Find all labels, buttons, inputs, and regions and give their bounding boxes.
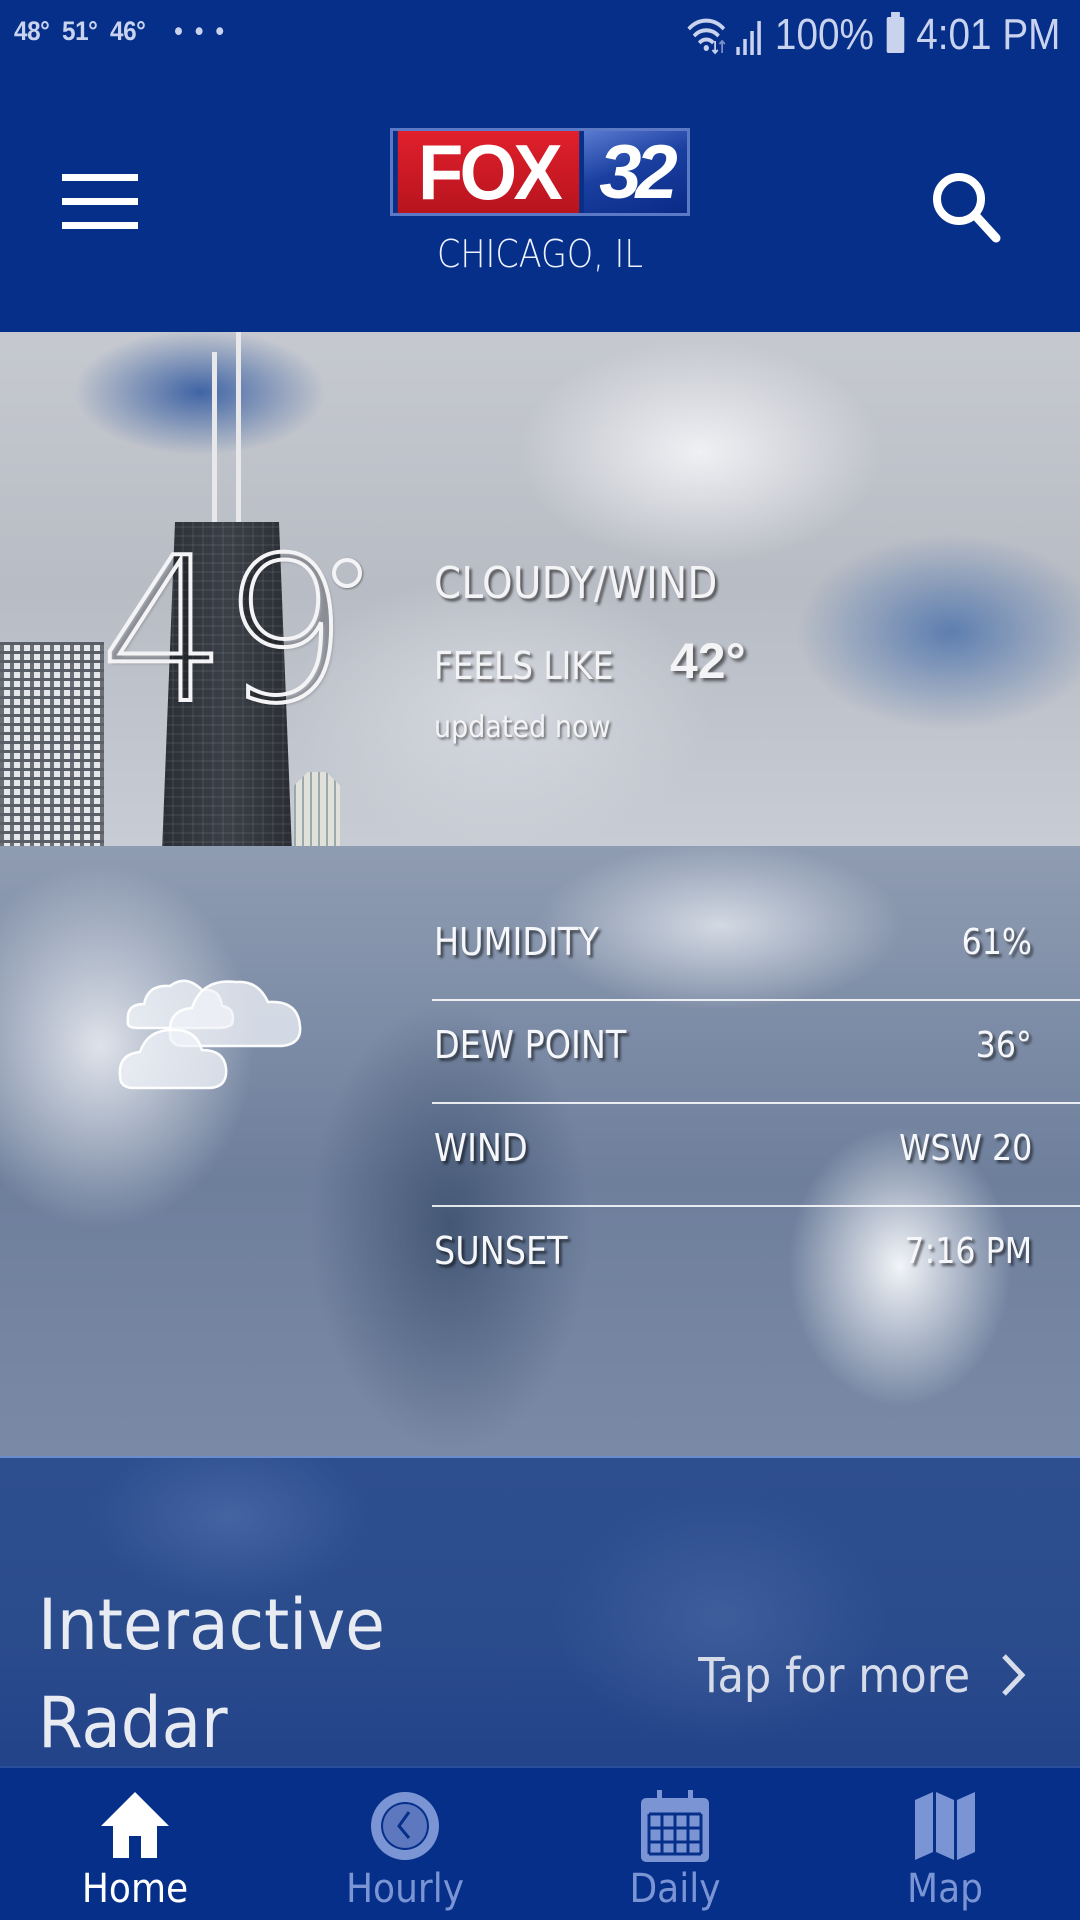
skyline-building-image (294, 772, 340, 846)
fox32-logo: FOX 32 (390, 128, 690, 216)
detail-label: SUNSET (434, 1229, 568, 1273)
conditions-details: HUMIDITY 61% DEW POINT 36° WIND WSW 20 S… (0, 846, 1080, 1456)
battery-percent: 100% (774, 10, 874, 59)
nav-tab-home[interactable]: Home (0, 1768, 270, 1920)
skyline-antenna-image (212, 352, 217, 527)
nav-label: Daily (629, 1866, 721, 1912)
detail-label: DEW POINT (434, 1023, 627, 1067)
status-notifications: 48° 51° 46° • • • (14, 16, 227, 47)
radar-title-line1: Interactive (38, 1584, 385, 1666)
location-label[interactable]: CHICAGO, IL (65, 232, 1015, 276)
radar-title-line2: Radar (38, 1682, 228, 1764)
logo-brand: FOX (397, 128, 580, 216)
nav-tab-daily[interactable]: Daily (540, 1768, 810, 1920)
detail-value: 7:16 PM (904, 1231, 1032, 1272)
skyline-antenna-image (236, 332, 241, 527)
notification-temp-2: 51° (62, 16, 98, 46)
degree-symbol (332, 558, 362, 588)
search-icon[interactable] (926, 166, 1006, 246)
status-bar: 48° 51° 46° • • • 100% 4:01 PM (0, 0, 1080, 70)
notification-temp-1: 48° (14, 16, 50, 46)
hamburger-menu-icon[interactable] (62, 174, 138, 229)
skyline-building-image (0, 642, 104, 846)
detail-row-sunset: SUNSET 7:16 PM (432, 1207, 1080, 1310)
interactive-radar-card[interactable]: Interactive Radar Tap for more (0, 1456, 1080, 1766)
chevron-right-icon[interactable] (994, 1650, 1034, 1700)
detail-value: WSW 20 (898, 1128, 1032, 1169)
logo-channel: 32 (584, 130, 687, 215)
updated-timestamp: updated now (434, 710, 611, 745)
more-notifications-icon: • • • (174, 16, 227, 46)
signal-icon (735, 21, 761, 55)
current-conditions: 49 CLOUDY/WIND FEELS LIKE 42° updated no… (0, 332, 1080, 846)
tap-for-more-link[interactable]: Tap for more (698, 1648, 970, 1704)
menu-bar (62, 198, 138, 205)
app-header: FOX 32 CHICAGO, IL (0, 70, 1080, 332)
map-icon (915, 1792, 975, 1860)
calendar-icon (641, 1790, 709, 1862)
condition-text: CLOUDY/WIND (434, 558, 718, 609)
detail-value: 36° (975, 1025, 1032, 1066)
current-temperature: 49 (98, 515, 350, 748)
wifi-icon (687, 18, 725, 55)
detail-label: WIND (434, 1126, 528, 1170)
nav-label: Map (907, 1866, 983, 1912)
feels-like-value: 42° (670, 633, 746, 689)
detail-value: 61% (961, 922, 1032, 963)
menu-bar (62, 174, 138, 181)
detail-row-humidity: HUMIDITY 61% (432, 898, 1080, 1001)
nav-label: Home (81, 1866, 189, 1912)
clock-time: 4:01 PM (915, 10, 1060, 59)
nav-tab-map[interactable]: Map (810, 1768, 1080, 1920)
menu-bar (62, 222, 138, 229)
radar-title: Interactive Radar (38, 1576, 385, 1772)
bottom-navigation: Home Hourly Daily Map (0, 1766, 1080, 1920)
cloudy-icon (118, 979, 302, 1090)
detail-label: HUMIDITY (434, 920, 599, 964)
detail-row-wind: WIND WSW 20 (432, 1104, 1080, 1207)
detail-row-dew-point: DEW POINT 36° (432, 1001, 1080, 1104)
notification-temp-3: 46° (110, 16, 146, 46)
clock-icon (371, 1792, 439, 1860)
status-system: 100% 4:01 PM (685, 10, 1060, 60)
home-icon (101, 1792, 169, 1858)
nav-label: Hourly (345, 1866, 465, 1912)
nav-tab-hourly[interactable]: Hourly (270, 1768, 540, 1920)
feels-like-label: FEELS LIKE (434, 644, 614, 688)
battery-icon (885, 12, 904, 53)
